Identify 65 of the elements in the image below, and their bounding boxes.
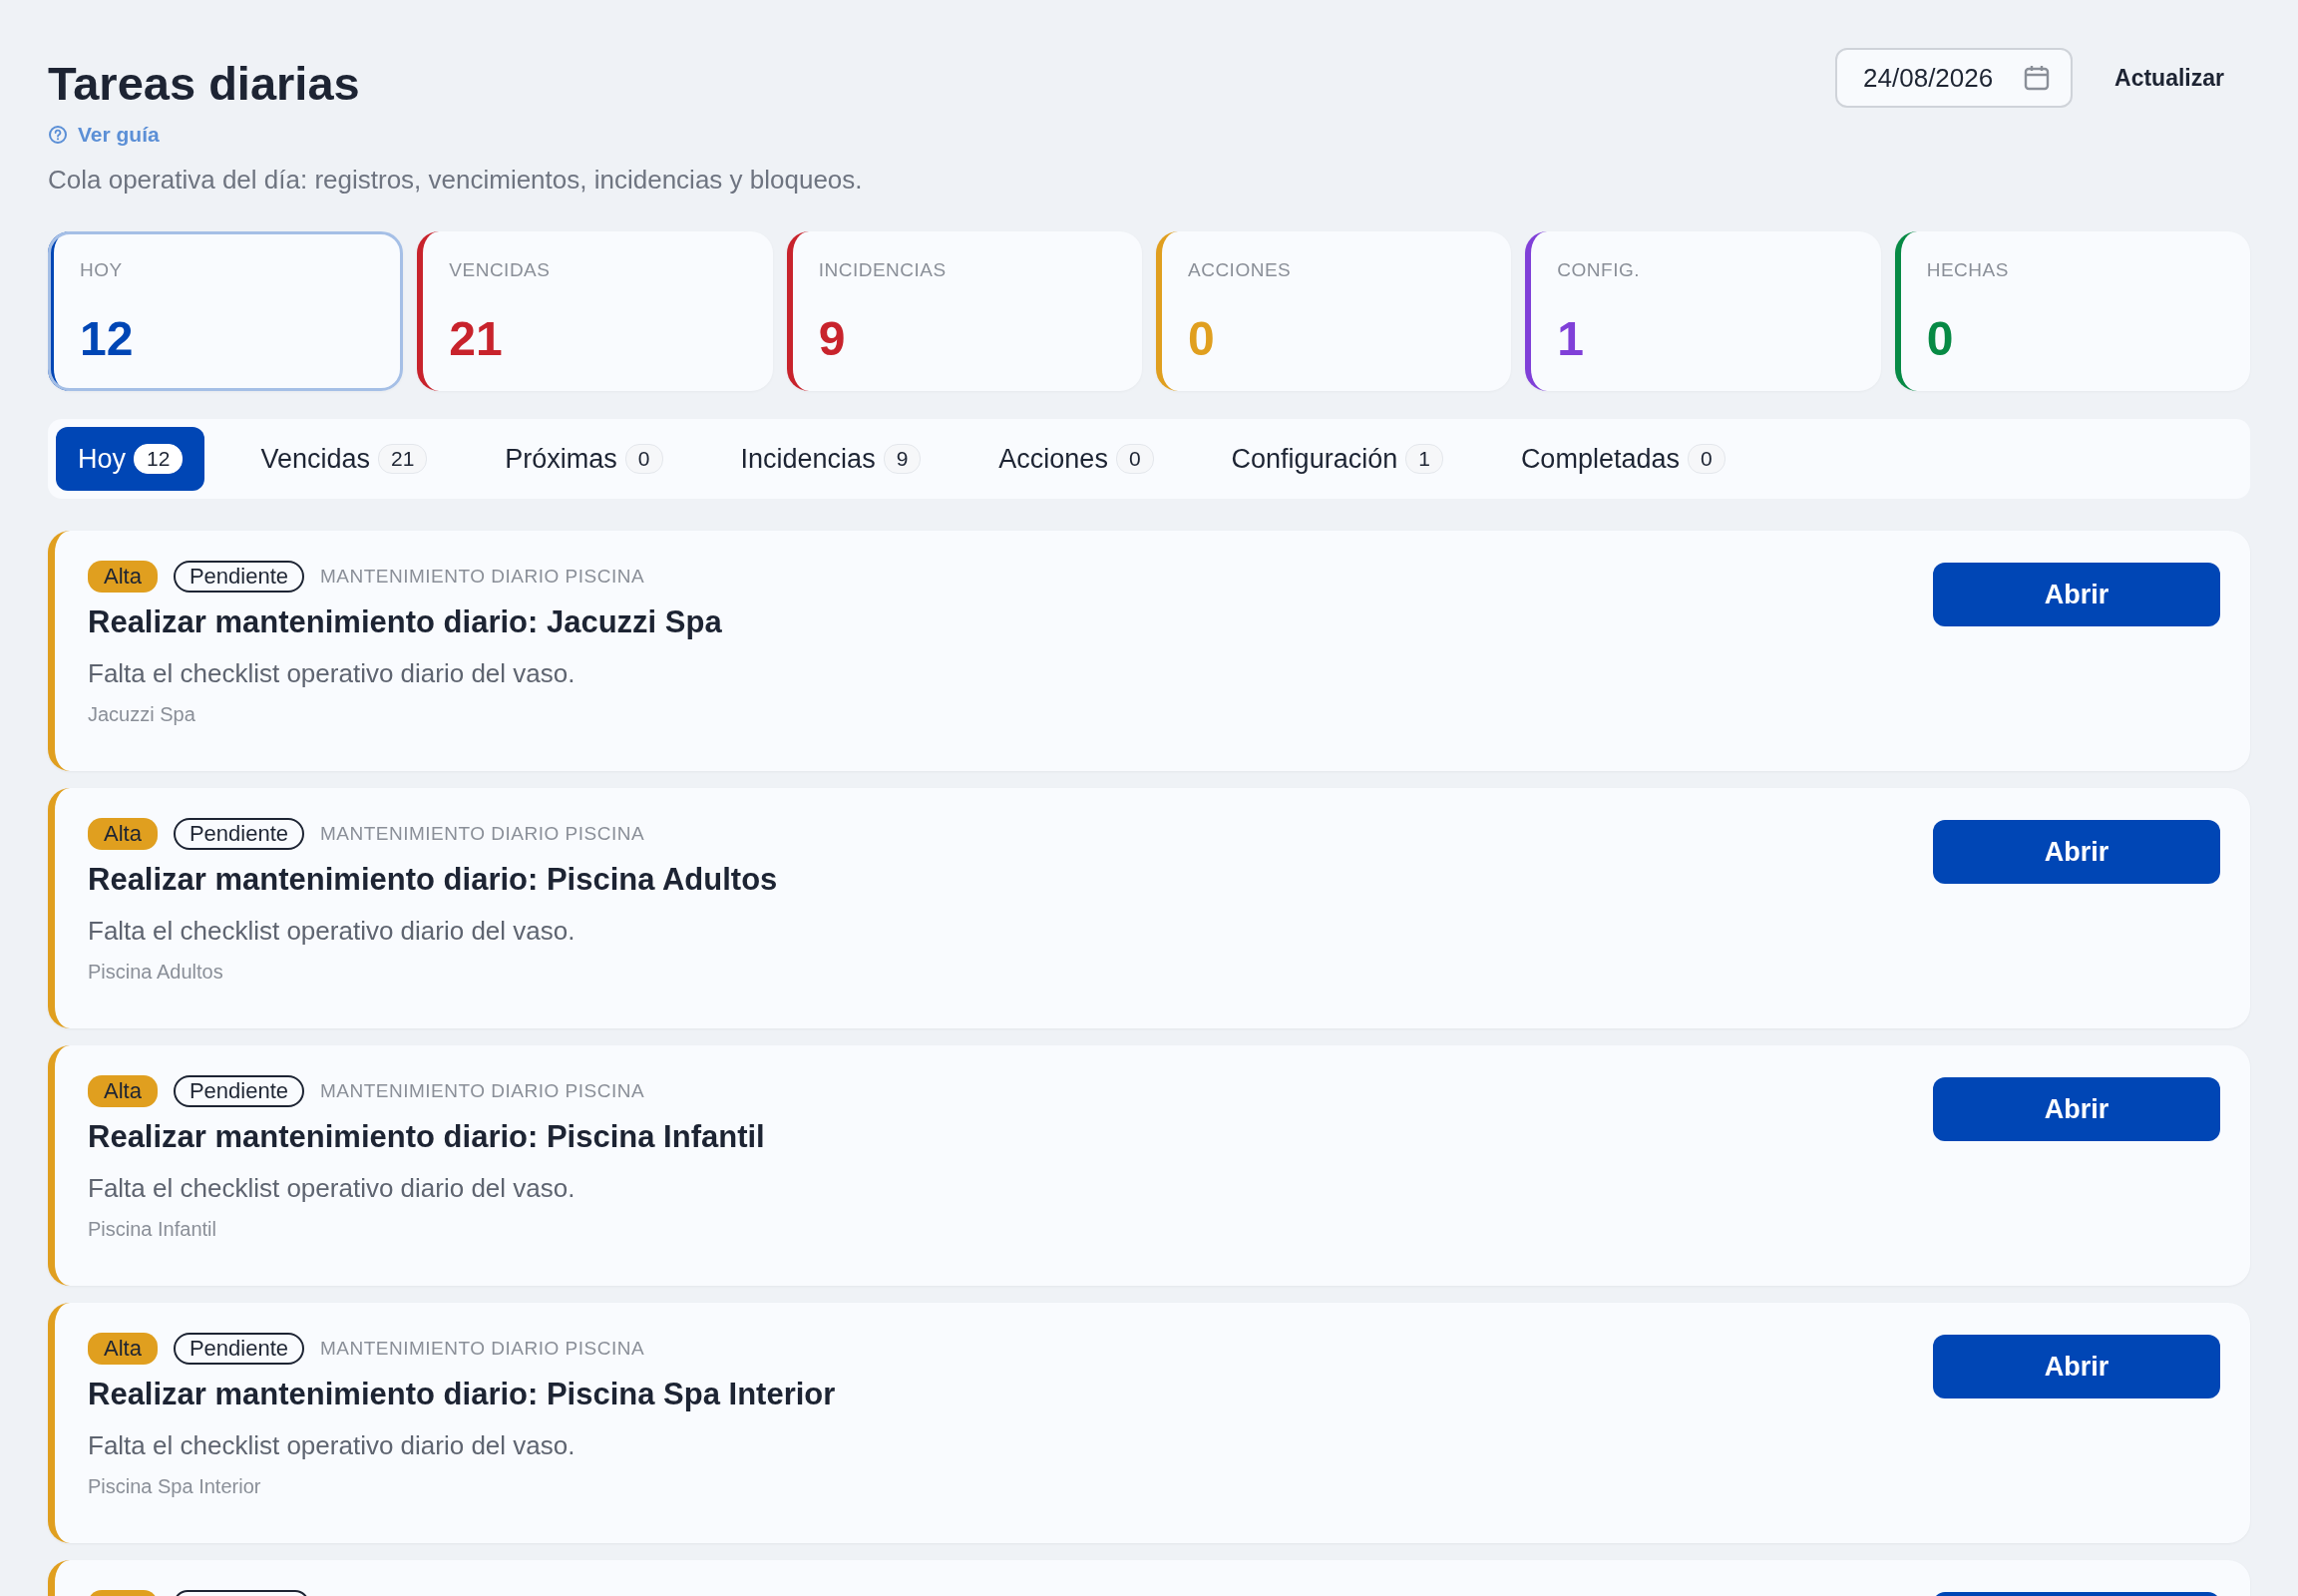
status-badge: Pendiente: [173, 1333, 304, 1365]
stat-card[interactable]: HOY 12: [48, 231, 404, 391]
date-field[interactable]: 24/08/2026: [1835, 48, 2074, 108]
task-location: Piscina Infantil: [88, 1218, 217, 1241]
status-badge: Pendiente: [173, 561, 304, 593]
stat-card[interactable]: HECHAS 0: [1894, 231, 2250, 391]
open-button[interactable]: Abrir: [1933, 1335, 2220, 1398]
count-badge: 1: [1405, 444, 1443, 474]
task-title: Realizar mantenimiento diario: Piscina Infantil: [88, 1119, 765, 1155]
priority-badge: Alta: [88, 561, 158, 593]
count-badge: 9: [883, 444, 922, 474]
stat-label: HOY: [80, 259, 124, 281]
stat-card[interactable]: INCIDENCIAS 9: [786, 231, 1142, 391]
count-badge: 0: [1687, 444, 1725, 474]
task-location: Piscina Spa Interior: [88, 1475, 262, 1498]
task-description: Falta el checklist operativo diario del vaso.: [88, 1430, 576, 1461]
count-badge: 0: [624, 444, 663, 474]
task-description: Falta el checklist operativo diario del vaso.: [88, 1173, 576, 1204]
status-badge: Pendiente: [173, 818, 304, 850]
priority-badge: Alta: [88, 1333, 158, 1365]
tab[interactable]: Próximas 0: [483, 427, 685, 491]
stat-label: INCIDENCIAS: [818, 259, 948, 281]
task-title: Realizar mantenimiento diario: Piscina Spa Interior: [88, 1377, 836, 1412]
stat-label: HECHAS: [1926, 259, 2010, 281]
stat-label: CONFIG.: [1557, 259, 1641, 281]
task-location: Piscina Adultos: [88, 961, 224, 984]
task-category: MANTENIMIENTO DIARIO PISCINA: [320, 823, 645, 845]
stat-value: 9: [818, 311, 847, 366]
status-badge: Pendiente: [173, 1075, 304, 1107]
stat-value: 1: [1557, 311, 1586, 366]
task-description: Falta el checklist operativo diario del vaso.: [88, 658, 576, 689]
stat-card[interactable]: VENCIDAS 21: [417, 231, 773, 391]
calendar-icon: [2023, 64, 2052, 92]
count-badge: 12: [134, 444, 184, 474]
open-button[interactable]: Abrir: [1933, 1077, 2220, 1141]
stat-card[interactable]: CONFIG. 1: [1525, 231, 1881, 391]
help-icon: [48, 125, 68, 145]
tab[interactable]: Vencidas 21: [238, 427, 450, 491]
priority-badge: Alta: [88, 818, 158, 850]
task-title: Realizar mantenimiento diario: Piscina Adultos: [88, 862, 778, 898]
page-title: Tareas diarias: [48, 56, 361, 111]
stat-label: VENCIDAS: [449, 259, 552, 281]
task-category: MANTENIMIENTO DIARIO PISCINA: [320, 1080, 645, 1102]
priority-badge: Alta: [88, 1075, 158, 1107]
open-button[interactable]: Abrir: [1933, 563, 2220, 626]
task-category: MANTENIMIENTO DIARIO PISCINA: [320, 566, 645, 588]
stat-value: 12: [80, 311, 135, 366]
count-badge: 21: [377, 444, 428, 474]
tab[interactable]: Completadas 0: [1498, 427, 1747, 491]
task-title: Realizar mantenimiento diario: Jacuzzi Spa: [88, 604, 722, 640]
tab[interactable]: Hoy 12: [56, 427, 205, 491]
refresh-button[interactable]: Actualizar: [2114, 64, 2224, 92]
task-category: MANTENIMIENTO DIARIO PISCINA: [320, 1338, 645, 1360]
tab[interactable]: Acciones 0: [976, 427, 1176, 491]
tab[interactable]: Incidencias 9: [718, 427, 944, 491]
stat-value: 0: [1188, 311, 1216, 366]
stat-label: ACCIONES: [1188, 259, 1293, 281]
task-description: Falta el checklist operativo diario del vaso.: [88, 916, 576, 947]
page-subtitle: Cola operativa del día: registros, vencimientos, incidencias y bloqueos.: [48, 165, 863, 196]
stat-value: 21: [449, 311, 504, 366]
open-button[interactable]: Abrir: [1933, 820, 2220, 884]
task-location: Jacuzzi Spa: [88, 703, 196, 726]
tab[interactable]: Configuración 1: [1209, 427, 1465, 491]
count-badge: 0: [1115, 444, 1154, 474]
stat-value: 0: [1926, 311, 1955, 366]
